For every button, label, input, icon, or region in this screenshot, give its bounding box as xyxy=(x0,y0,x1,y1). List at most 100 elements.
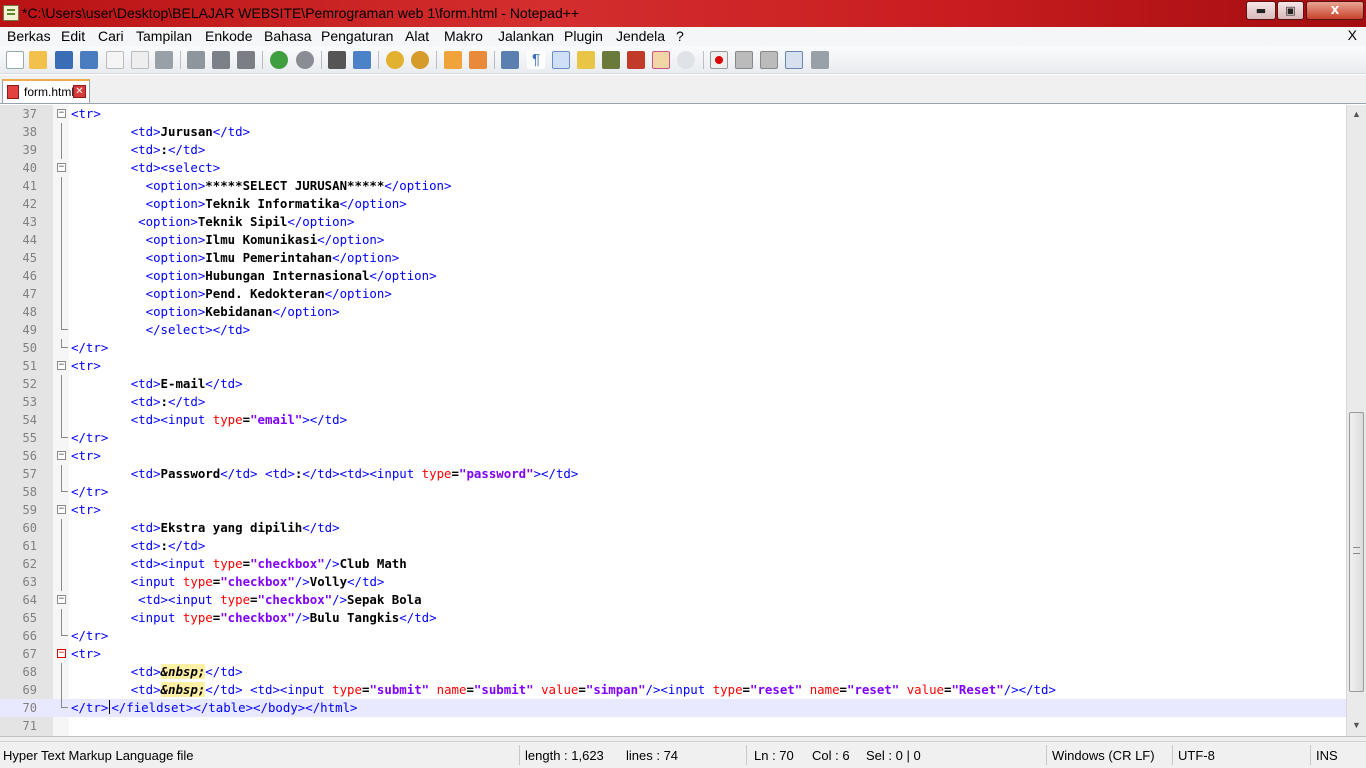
fold-toggle-icon[interactable]: − xyxy=(57,649,66,658)
print-icon[interactable] xyxy=(155,51,173,69)
code-line[interactable]: 56 − <tr> xyxy=(0,447,1346,465)
code-line[interactable]: 60 <td>Ekstra yang dipilih</td> xyxy=(0,519,1346,537)
code-line[interactable]: 44 <option>Ilmu Komunikasi</option> xyxy=(0,231,1346,249)
code-line[interactable]: 68 <td>&nbsp;</td> xyxy=(0,663,1346,681)
code-line[interactable]: 39 <td>:</td> xyxy=(0,141,1346,159)
status-eol[interactable]: Windows (CR LF) xyxy=(1052,748,1155,763)
code-line[interactable]: 67 − <tr> xyxy=(0,645,1346,663)
new-file-icon[interactable] xyxy=(6,51,24,69)
scroll-down-arrow-icon[interactable]: ▼ xyxy=(1349,718,1364,733)
doc-map-icon[interactable] xyxy=(602,51,620,69)
menu-berkas[interactable]: Berkas xyxy=(7,28,51,44)
code-line[interactable]: 51 − <tr> xyxy=(0,357,1346,375)
menu-enkode[interactable]: Enkode xyxy=(205,28,252,44)
fold-toggle-icon[interactable]: − xyxy=(57,163,66,172)
sync-horizontal-icon[interactable] xyxy=(469,51,487,69)
code-editor[interactable]: 37− <tr> 38 <td>Jurusan</td> 39 <td>:</td> 4… xyxy=(0,105,1346,736)
code-line[interactable]: 57 <td>Password</td> <td>:</td><td><inpu… xyxy=(0,465,1346,483)
code-line[interactable]: 62 <td><input type="checkbox"/>Club Math xyxy=(0,555,1346,573)
code-line[interactable]: 50 </tr> xyxy=(0,339,1346,357)
tab-close-icon[interactable]: ✕ xyxy=(73,85,86,98)
fold-toggle-icon[interactable]: − xyxy=(57,595,66,604)
zoom-in-icon[interactable] xyxy=(386,51,404,69)
code-line[interactable]: 41 <option>*****SELECT JURUSAN*****</opt… xyxy=(0,177,1346,195)
find-icon[interactable] xyxy=(328,51,346,69)
code-line[interactable]: 70 </tr> </fieldset></table></body></html> xyxy=(0,699,1346,717)
code-line[interactable]: 61 <td>:</td> xyxy=(0,537,1346,555)
code-line[interactable]: 58 </tr> xyxy=(0,483,1346,501)
code-line[interactable]: 69 <td>&nbsp;</td> <td><input type="subm… xyxy=(0,681,1346,699)
code-line[interactable]: 43 <option>Teknik Sipil</option> xyxy=(0,213,1346,231)
fold-toggle-icon[interactable]: − xyxy=(57,451,66,460)
run-macro-multiple-icon[interactable] xyxy=(785,51,803,69)
save-macro-icon[interactable] xyxy=(811,51,829,69)
undo-icon[interactable] xyxy=(270,51,288,69)
monitoring-icon[interactable] xyxy=(677,51,695,69)
fold-toggle-icon[interactable]: − xyxy=(57,505,66,514)
code-line[interactable]: 49 </select></td> xyxy=(0,321,1346,339)
minimize-button[interactable]: ▬ xyxy=(1246,1,1276,20)
show-all-chars-icon[interactable]: ¶ xyxy=(527,51,545,69)
code-line[interactable]: 54 <td><input type="email"></td> xyxy=(0,411,1346,429)
close-icon[interactable] xyxy=(106,51,124,69)
stop-record-icon[interactable] xyxy=(735,51,753,69)
replace-icon[interactable] xyxy=(353,51,371,69)
code-line[interactable]: 48 <option>Kebidanan</option> xyxy=(0,303,1346,321)
code-line[interactable]: 63 <input type="checkbox"/>Volly</td> xyxy=(0,573,1346,591)
redo-icon[interactable] xyxy=(296,51,314,69)
code-line[interactable]: 40 − <td><select> xyxy=(0,159,1346,177)
open-file-icon[interactable] xyxy=(29,51,47,69)
scroll-thumb[interactable] xyxy=(1349,412,1364,692)
code-line[interactable]: 52 <td>E-mail</td> xyxy=(0,375,1346,393)
menu-cari[interactable]: Cari xyxy=(98,28,124,44)
sync-vertical-icon[interactable] xyxy=(444,51,462,69)
code-line[interactable]: 46 <option>Hubungan Internasional</optio… xyxy=(0,267,1346,285)
code-line[interactable]: 37 − <tr> xyxy=(0,105,1346,123)
code-line[interactable]: 65 <input type="checkbox"/>Bulu Tangkis<… xyxy=(0,609,1346,627)
menu-makro[interactable]: Makro xyxy=(444,28,483,44)
playback-macro-icon[interactable] xyxy=(760,51,778,69)
code-line[interactable]: 47 <option>Pend. Kedokteran</option> xyxy=(0,285,1346,303)
save-icon[interactable] xyxy=(55,51,73,69)
code-line[interactable]: 64 − <td><input type="checkbox"/>Sepak Bo… xyxy=(0,591,1346,609)
menu-alat[interactable]: Alat xyxy=(405,28,429,44)
status-encoding[interactable]: UTF-8 xyxy=(1178,748,1215,763)
function-list-icon[interactable] xyxy=(627,51,645,69)
code-line[interactable]: 71 xyxy=(0,717,1346,735)
status-insert-mode[interactable]: INS xyxy=(1316,748,1338,763)
scroll-up-arrow-icon[interactable]: ▲ xyxy=(1349,107,1364,122)
paste-icon[interactable] xyxy=(237,51,255,69)
code-line[interactable]: 53 <td>:</td> xyxy=(0,393,1346,411)
code-line[interactable]: 42 <option>Teknik Informatika</option> xyxy=(0,195,1346,213)
code-line[interactable]: 66 </tr> xyxy=(0,627,1346,645)
menu-help[interactable]: ? xyxy=(676,28,684,44)
code-line[interactable]: 55 </tr> xyxy=(0,429,1346,447)
save-all-icon[interactable] xyxy=(80,51,98,69)
maximize-button[interactable]: ▣ xyxy=(1277,1,1304,20)
close-window-button[interactable]: X xyxy=(1306,1,1364,20)
close-all-icon[interactable] xyxy=(131,51,149,69)
fold-toggle-icon[interactable]: − xyxy=(57,109,66,118)
word-wrap-icon[interactable] xyxy=(501,51,519,69)
code-line[interactable]: 38 <td>Jurusan</td> xyxy=(0,123,1346,141)
code-line[interactable]: 45 <option>Ilmu Pemerintahan</option> xyxy=(0,249,1346,267)
code-line[interactable]: 59 − <tr> xyxy=(0,501,1346,519)
fold-toggle-icon[interactable]: − xyxy=(57,361,66,370)
menu-plugin[interactable]: Plugin xyxy=(564,28,603,44)
zoom-out-icon[interactable] xyxy=(411,51,429,69)
udl-icon[interactable] xyxy=(577,51,595,69)
indent-guide-icon[interactable] xyxy=(552,51,570,69)
menu-jendela[interactable]: Jendela xyxy=(616,28,665,44)
menu-bahasa[interactable]: Bahasa xyxy=(264,28,311,44)
folder-as-workspace-icon[interactable] xyxy=(652,51,670,69)
menu-edit[interactable]: Edit xyxy=(61,28,85,44)
cut-icon[interactable] xyxy=(187,51,205,69)
close-document-button[interactable]: X xyxy=(1348,27,1357,43)
copy-icon[interactable] xyxy=(212,51,230,69)
menu-pengaturan[interactable]: Pengaturan xyxy=(321,28,393,44)
vertical-scrollbar[interactable]: ▲ ▼ xyxy=(1346,105,1366,736)
menu-jalankan[interactable]: Jalankan xyxy=(498,28,554,44)
record-macro-icon[interactable] xyxy=(710,51,728,69)
tab-form-html[interactable]: form.html ✕ xyxy=(2,79,90,103)
menu-tampilan[interactable]: Tampilan xyxy=(136,28,192,44)
